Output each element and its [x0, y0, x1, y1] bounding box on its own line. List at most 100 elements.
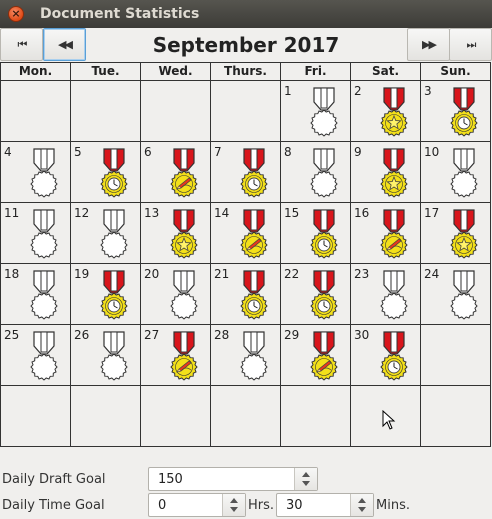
day-cell[interactable]: 9	[351, 142, 421, 202]
day-number: 8	[284, 145, 292, 159]
empty-medal-icon	[380, 270, 408, 320]
empty-day-cell	[281, 386, 351, 446]
day-number: 9	[354, 145, 362, 159]
minutes-unit-label: Mins.	[376, 498, 410, 513]
empty-medal-icon	[30, 148, 58, 198]
hours-stepper[interactable]	[222, 494, 245, 516]
day-cell[interactable]: 14	[211, 203, 281, 263]
clock-medal-icon	[100, 148, 128, 198]
day-cell[interactable]: 1	[281, 81, 351, 141]
day-cell[interactable]: 23	[351, 264, 421, 324]
day-cell[interactable]: 19	[71, 264, 141, 324]
day-number: 4	[4, 145, 12, 159]
day-cell[interactable]: 16	[351, 203, 421, 263]
day-cell[interactable]: 12	[71, 203, 141, 263]
day-cell[interactable]: 15	[281, 203, 351, 263]
empty-medal-icon	[30, 331, 58, 381]
rewind-icon: ◀◀	[58, 38, 73, 51]
empty-day-cell	[211, 81, 281, 141]
empty-medal-icon	[170, 270, 198, 320]
minutes-stepper[interactable]	[350, 494, 373, 516]
clock-medal-icon	[100, 270, 128, 320]
day-cell[interactable]: 25	[1, 325, 71, 385]
hours-unit-label: Hrs.	[248, 498, 275, 513]
empty-medal-icon	[30, 209, 58, 259]
pencil-medal-icon	[380, 209, 408, 259]
fast-forward-icon: ▶▶	[422, 38, 437, 51]
day-cell[interactable]: 29	[281, 325, 351, 385]
draft-goal-stepper[interactable]	[294, 468, 317, 490]
title-bar: × Document Statistics	[0, 0, 492, 28]
empty-medal-icon	[450, 270, 478, 320]
day-cell[interactable]: 17	[421, 203, 491, 263]
arrow-down-icon[interactable]	[230, 507, 238, 512]
day-cell[interactable]: 4	[1, 142, 71, 202]
arrow-down-icon[interactable]	[302, 481, 310, 486]
empty-medal-icon	[450, 148, 478, 198]
arrow-up-icon[interactable]	[358, 498, 366, 503]
last-month-button[interactable]: ⏭	[449, 28, 492, 61]
day-cell[interactable]: 11	[1, 203, 71, 263]
day-cell[interactable]: 8	[281, 142, 351, 202]
hours-spinner[interactable]: 0	[148, 493, 246, 517]
day-cell[interactable]: 2	[351, 81, 421, 141]
skip-last-icon: ⏭	[466, 37, 477, 51]
close-button[interactable]: ×	[8, 6, 24, 22]
week-row: 1 2 3	[1, 81, 491, 142]
weekday-label: Fri.	[281, 63, 351, 80]
star-medal-icon	[450, 209, 478, 259]
day-number: 23	[354, 267, 370, 281]
pencil-medal-icon	[310, 331, 338, 381]
day-cell[interactable]: 28	[211, 325, 281, 385]
day-cell[interactable]: 27	[141, 325, 211, 385]
skip-first-icon: ⏮	[17, 37, 28, 51]
day-cell[interactable]: 10	[421, 142, 491, 202]
day-number: 10	[424, 145, 440, 159]
arrow-up-icon[interactable]	[302, 472, 310, 477]
next-month-button[interactable]: ▶▶	[407, 28, 450, 61]
minutes-spinner[interactable]: 30	[276, 493, 374, 517]
day-cell[interactable]: 22	[281, 264, 351, 324]
day-number: 3	[424, 84, 432, 98]
star-medal-icon	[170, 209, 198, 259]
day-cell[interactable]: 30	[351, 325, 421, 385]
week-row: 4 5 6 7 8 9 10	[1, 142, 491, 203]
empty-day-cell	[141, 81, 211, 141]
day-cell[interactable]: 7	[211, 142, 281, 202]
star-medal-icon	[380, 148, 408, 198]
day-number: 18	[4, 267, 20, 281]
arrow-up-icon[interactable]	[230, 498, 238, 503]
empty-medal-icon	[30, 270, 58, 320]
weekday-label: Mon.	[1, 63, 71, 80]
day-number: 14	[214, 206, 230, 220]
clock-medal-icon	[310, 270, 338, 320]
daily-draft-goal-spinner[interactable]: 150	[148, 467, 318, 491]
previous-month-button[interactable]: ◀◀	[43, 28, 86, 61]
pencil-medal-icon	[240, 209, 268, 259]
day-number: 2	[354, 84, 362, 98]
day-number: 22	[284, 267, 300, 281]
day-cell[interactable]: 6	[141, 142, 211, 202]
day-cell[interactable]: 26	[71, 325, 141, 385]
day-cell[interactable]: 18	[1, 264, 71, 324]
day-cell[interactable]: 5	[71, 142, 141, 202]
week-row: 18 19 20 21 22 23 24	[1, 264, 491, 325]
weekday-label: Thurs.	[211, 63, 281, 80]
day-number: 27	[144, 328, 160, 342]
day-cell[interactable]: 24	[421, 264, 491, 324]
day-number: 28	[214, 328, 230, 342]
mouse-cursor-icon	[382, 410, 396, 430]
day-cell[interactable]: 13	[141, 203, 211, 263]
daily-draft-goal-label: Daily Draft Goal	[2, 472, 106, 487]
clock-medal-icon	[310, 209, 338, 259]
month-title: September 2017	[152, 32, 340, 57]
day-number: 7	[214, 145, 222, 159]
weekday-label: Wed.	[141, 63, 211, 80]
day-cell[interactable]: 20	[141, 264, 211, 324]
arrow-down-icon[interactable]	[358, 507, 366, 512]
day-cell[interactable]: 3	[421, 81, 491, 141]
hours-value: 0	[158, 498, 167, 513]
first-month-button[interactable]: ⏮	[0, 28, 43, 61]
weekday-label: Sat.	[351, 63, 421, 80]
day-cell[interactable]: 21	[211, 264, 281, 324]
